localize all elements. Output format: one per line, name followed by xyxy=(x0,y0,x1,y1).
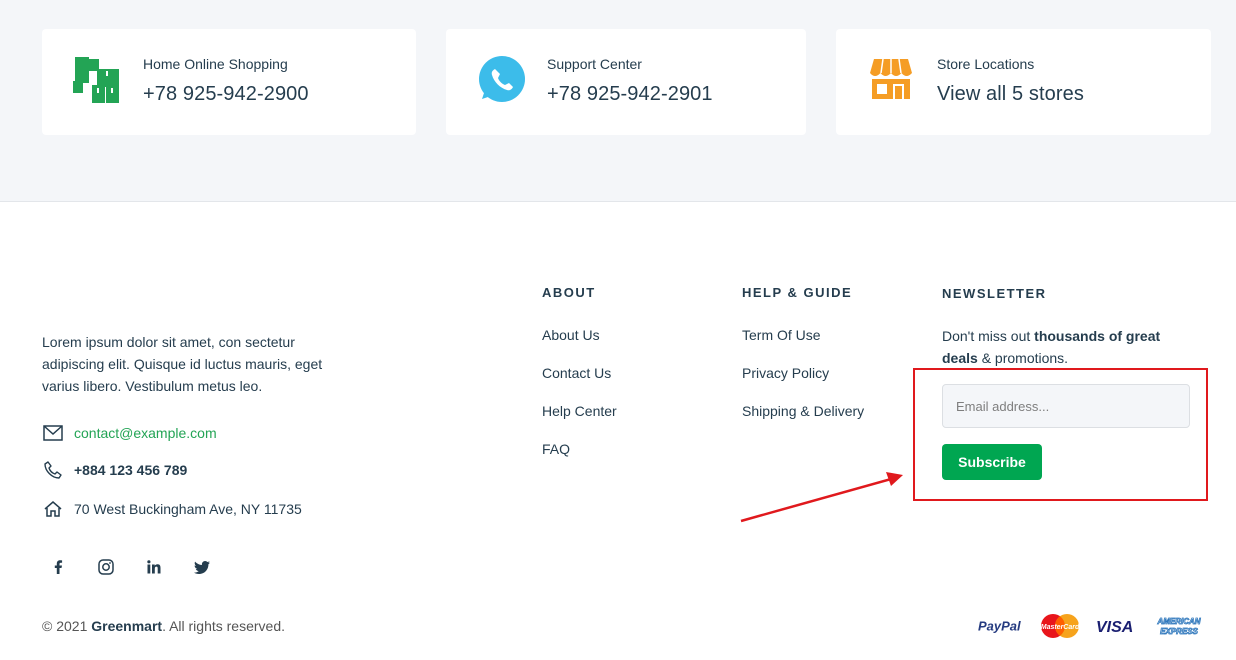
mastercard-logo: MasterCard xyxy=(1040,613,1080,639)
link-faq[interactable]: FAQ xyxy=(542,439,617,477)
info-card-label: Support Center xyxy=(547,56,642,72)
about-description: Lorem ipsum dolor sit amet, con sectetur… xyxy=(42,334,323,394)
svg-text:EXPRESS: EXPRESS xyxy=(1160,627,1198,636)
copyright: © 2021 Greenmart. All rights reserved. xyxy=(42,618,285,634)
home-icon xyxy=(42,498,64,520)
link-contact-us[interactable]: Contact Us xyxy=(542,363,617,401)
paypal-logo: PayPal xyxy=(978,618,1024,634)
link-help-center[interactable]: Help Center xyxy=(542,401,617,439)
visa-logo: VISA xyxy=(1096,618,1138,634)
contact-email-row: contact@example.com xyxy=(42,422,217,444)
payment-methods: PayPal MasterCard VISA AMERICAN EXPRESS xyxy=(978,612,1220,640)
contact-phone[interactable]: +884 123 456 789 xyxy=(74,462,187,478)
about-links: About Us Contact Us Help Center FAQ xyxy=(542,325,617,477)
svg-text:AMERICAN: AMERICAN xyxy=(1156,617,1200,626)
link-term-of-use[interactable]: Term Of Use xyxy=(742,325,864,363)
whatsapp-phone-icon xyxy=(476,55,526,105)
twitter-icon[interactable] xyxy=(186,555,218,579)
info-card-label: Store Locations xyxy=(937,56,1035,72)
mail-icon xyxy=(42,422,64,444)
annotation-highlight-box xyxy=(913,368,1208,501)
social-links xyxy=(42,555,234,579)
svg-text:MasterCard: MasterCard xyxy=(1041,624,1080,631)
boxes-icon xyxy=(72,55,122,105)
contact-address-row: 70 West Buckingham Ave, NY 11735 xyxy=(42,498,302,520)
info-card-stores: Store Locations View all 5 stores xyxy=(836,29,1211,135)
info-card-label: Home Online Shopping xyxy=(143,56,288,72)
help-heading: HELP & GUIDE xyxy=(742,285,853,300)
contact-address: 70 West Buckingham Ave, NY 11735 xyxy=(74,501,302,517)
svg-text:VISA: VISA xyxy=(1096,619,1133,634)
contact-email[interactable]: contact@example.com xyxy=(74,425,217,441)
info-card-value[interactable]: View all 5 stores xyxy=(937,83,1084,106)
annotation-arrow xyxy=(740,472,903,523)
amex-logo: AMERICAN EXPRESS xyxy=(1154,615,1204,637)
linkedin-icon[interactable] xyxy=(138,555,170,579)
link-privacy-policy[interactable]: Privacy Policy xyxy=(742,363,864,401)
about-heading: ABOUT xyxy=(542,285,596,300)
link-shipping-delivery[interactable]: Shipping & Delivery xyxy=(742,401,864,439)
facebook-icon[interactable] xyxy=(42,555,74,579)
newsletter-text: Don't miss out thousands of great deals … xyxy=(942,328,1161,366)
info-card-value[interactable]: +78 925-942-2900 xyxy=(143,83,309,106)
info-card-shopping: Home Online Shopping +78 925-942-2900 xyxy=(42,29,416,135)
newsletter-heading: NEWSLETTER xyxy=(942,286,1047,301)
contact-phone-row: +884 123 456 789 xyxy=(42,459,187,481)
svg-text:PayPal: PayPal xyxy=(978,619,1021,634)
help-links: Term Of Use Privacy Policy Shipping & De… xyxy=(742,325,864,439)
link-about-us[interactable]: About Us xyxy=(542,325,617,363)
info-card-value[interactable]: +78 925-942-2901 xyxy=(547,83,713,106)
info-card-support: Support Center +78 925-942-2901 xyxy=(446,29,806,135)
phone-icon xyxy=(42,459,64,481)
store-icon xyxy=(866,55,916,105)
instagram-icon[interactable] xyxy=(90,555,122,579)
